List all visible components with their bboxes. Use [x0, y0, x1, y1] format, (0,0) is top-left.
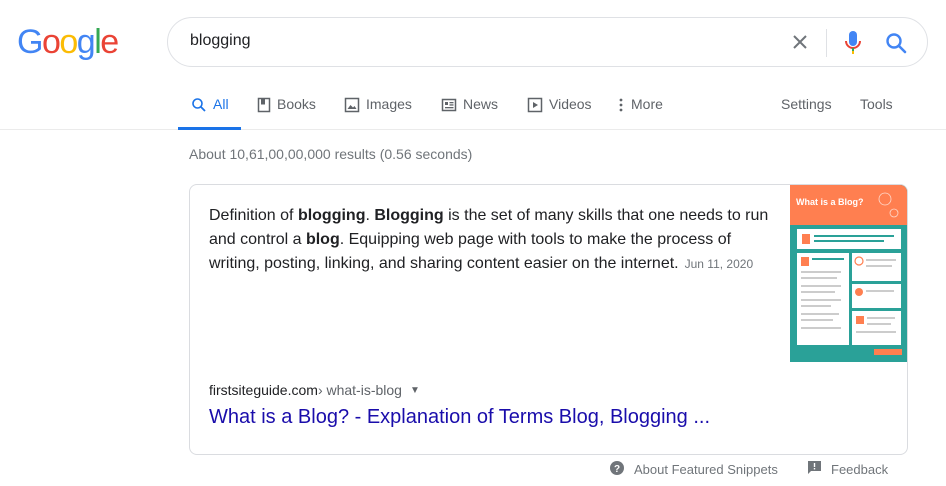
snippet-date: Jun 11, 2020 [684, 257, 754, 271]
clear-search-button[interactable] [788, 30, 812, 54]
book-icon [257, 97, 271, 116]
snippet-highlight: blog [305, 231, 340, 248]
snippet-thumbnail[interactable]: What is a Blog? [790, 185, 907, 362]
source-domain: firstsiteguide.com [209, 382, 318, 398]
logo-letter: e [100, 23, 119, 61]
close-icon [793, 35, 807, 49]
tab-label: Books [277, 96, 316, 112]
image-icon [344, 97, 360, 116]
tab-images[interactable]: Images [344, 96, 412, 130]
about-label: About Featured Snippets [634, 462, 778, 477]
source-path: › what-is-blog [317, 382, 402, 398]
logo-letter: o [41, 23, 61, 61]
tab-label: All [213, 96, 229, 112]
search-icon [191, 97, 207, 116]
video-icon [527, 97, 543, 116]
chevron-down-icon[interactable]: ▼ [410, 385, 420, 396]
thumbnail-heading: What is a Blog? [796, 197, 864, 207]
tab-label: Videos [549, 96, 592, 112]
svg-text:?: ? [614, 464, 620, 475]
result-title-link[interactable]: What is a Blog? - Explanation of Terms B… [209, 406, 710, 429]
microphone-icon [845, 31, 861, 54]
result-stats: About 10,61,00,00,000 results (0.56 seco… [189, 146, 473, 162]
tab-more[interactable]: More [619, 96, 663, 130]
newspaper-icon [441, 97, 457, 116]
tab-label: News [463, 96, 499, 112]
active-tab-indicator [178, 127, 241, 130]
snippet-highlight: blogging [297, 207, 366, 224]
snippet-text-part: Definition of [209, 207, 298, 224]
search-box[interactable]: blogging [167, 17, 928, 67]
feedback-icon [807, 460, 822, 478]
search-button[interactable] [883, 30, 909, 56]
logo-letter: g [76, 23, 96, 61]
settings-link[interactable]: Settings [781, 96, 832, 130]
tab-news[interactable]: News [441, 96, 498, 130]
help-icon: ? [609, 460, 625, 479]
search-tabs: All Books Images News Videos More Settin… [0, 84, 946, 130]
feedback-label: Feedback [831, 461, 889, 477]
source-breadcrumb: firstsiteguide.com › what-is-blog ▼ [209, 382, 420, 398]
logo-letter: G [17, 23, 43, 61]
logo-letter: o [59, 23, 78, 61]
more-vert-icon [619, 97, 623, 116]
google-logo[interactable]: Google [17, 23, 119, 61]
snippet-text: Definition of blogging. Blogging is the … [209, 204, 774, 276]
tab-all[interactable]: All [191, 96, 229, 130]
tab-label: Images [366, 96, 412, 112]
tab-label: More [631, 96, 663, 112]
snippet-highlight: Blogging [374, 207, 444, 224]
search-input[interactable]: blogging [190, 32, 251, 50]
search-divider [826, 29, 827, 57]
tab-books[interactable]: Books [257, 96, 316, 130]
search-icon [886, 33, 907, 54]
featured-snippet: Definition of blogging. Blogging is the … [189, 184, 908, 455]
tools-link[interactable]: Tools [860, 96, 893, 130]
voice-search-button[interactable] [841, 29, 865, 57]
feedback-link[interactable]: Feedback [807, 460, 888, 478]
tab-videos[interactable]: Videos [527, 96, 592, 130]
about-featured-snippets-link[interactable]: ? About Featured Snippets [609, 460, 778, 479]
